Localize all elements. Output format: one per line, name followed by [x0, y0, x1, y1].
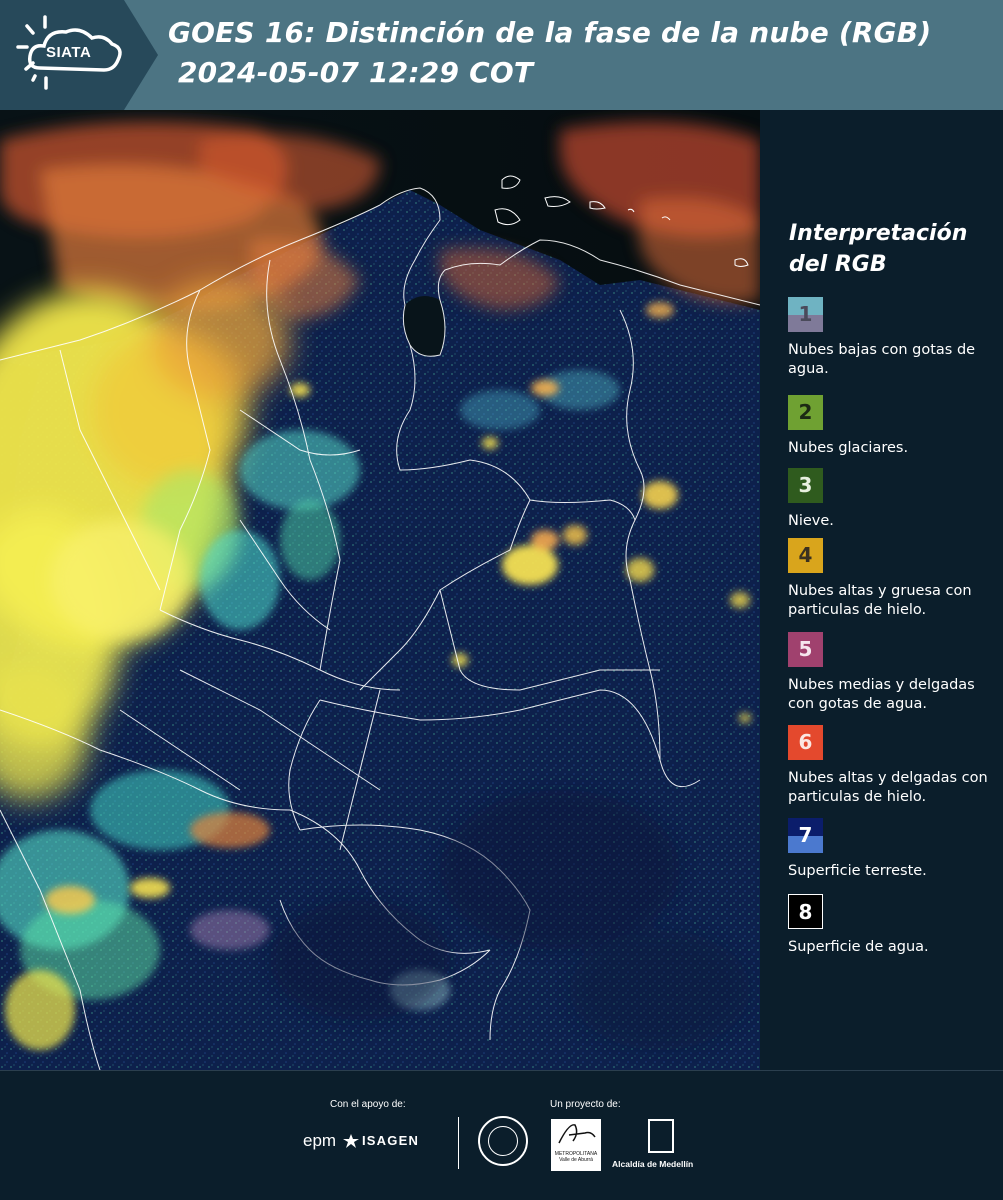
- legend-number-2: 2: [798, 400, 813, 424]
- legend-label-8: Superficie de agua.: [788, 939, 929, 955]
- legend-swatch-6: 6: [788, 725, 823, 760]
- legend-swatch-4: 4: [788, 538, 823, 573]
- logo-text: SIATA: [46, 44, 92, 61]
- legend-item-6: 6 Nubes altas y delgadas con particulas …: [788, 725, 1003, 807]
- legend-item-1: 1 Nubes bajas con gotas de agua.: [788, 297, 1003, 379]
- epm-logo: epm: [303, 1131, 337, 1150]
- area-metropolitana-logo: METROPOLITANA Valle de Aburrá: [551, 1119, 601, 1171]
- legend-number-4: 4: [798, 543, 813, 567]
- legend-label-3: Nieve.: [788, 513, 834, 529]
- legend-label-6: Nubes altas y delgadas con particulas de…: [788, 770, 988, 805]
- legend-swatch-7: 7: [788, 818, 823, 853]
- legend-number-7: 7: [798, 823, 813, 847]
- legend-swatch-3: 3: [788, 468, 823, 503]
- legend-number-3: 3: [798, 473, 813, 497]
- legend-label-1: Nubes bajas con gotas de agua.: [788, 342, 976, 377]
- alcaldia-shield-icon: [648, 1119, 674, 1153]
- legend-swatch-1: 1: [788, 297, 823, 332]
- legend-swatch-2: 2: [788, 395, 823, 430]
- legend-title: Interpretación del RGB: [789, 221, 968, 277]
- legend-label-7: Superficie terreste.: [788, 863, 927, 879]
- legend-item-8: 8 Superficie de agua.: [788, 894, 1003, 957]
- siata-logo: SIATA: [0, 0, 158, 110]
- legend-swatch-8: 8: [788, 894, 823, 929]
- medellin-seal-icon: [478, 1116, 528, 1166]
- legend-item-2: 2 Nubes glaciares.: [788, 395, 1003, 458]
- footer-divider: [458, 1117, 459, 1169]
- project-label: Un proyecto de:: [550, 1099, 621, 1110]
- legend-number-1: 1: [798, 302, 813, 326]
- legend-panel: Interpretación del RGB 1 Nubes bajas con…: [760, 110, 1003, 1070]
- timestamp: 2024-05-07 12:29 COT: [178, 56, 534, 89]
- isagen-mark-icon: [343, 1134, 359, 1148]
- legend-number-5: 5: [798, 637, 813, 661]
- area-script-icon: [558, 1124, 596, 1144]
- legend-item-7: 7 Superficie terreste.: [788, 818, 1003, 881]
- isagen-logo: ISAGEN: [362, 1133, 420, 1148]
- legend-label-4: Nubes altas y gruesa con particulas de h…: [788, 583, 972, 618]
- legend-label-2: Nubes glaciares.: [788, 440, 909, 456]
- legend-item-5: 5 Nubes medias y delgadas con gotas de a…: [788, 632, 1003, 714]
- satellite-map[interactable]: [0, 110, 760, 1070]
- alcaldia-text: Alcaldía de Medellín: [612, 1159, 694, 1169]
- legend-swatch-5: 5: [788, 632, 823, 667]
- page-title: GOES 16: Distinción de la fase de la nub…: [168, 16, 932, 49]
- satellite-image: [0, 110, 760, 1070]
- area-metropolitana-text: METROPOLITANA Valle de Aburrá: [554, 1151, 598, 1163]
- footer: Con el apoyo de: epm ISAGEN Un proyecto …: [0, 1070, 1003, 1200]
- support-label: Con el apoyo de:: [330, 1099, 406, 1110]
- legend-number-6: 6: [798, 730, 813, 754]
- header-bar: SIATA GOES 16: Distinción de la fase de …: [0, 0, 1003, 110]
- legend-label-5: Nubes medias y delgadas con gotas de agu…: [788, 677, 975, 712]
- legend-number-8: 8: [798, 900, 813, 924]
- legend-item-3: 3 Nieve.: [788, 468, 1003, 531]
- legend-item-4: 4 Nubes altas y gruesa con particulas de…: [788, 538, 1003, 620]
